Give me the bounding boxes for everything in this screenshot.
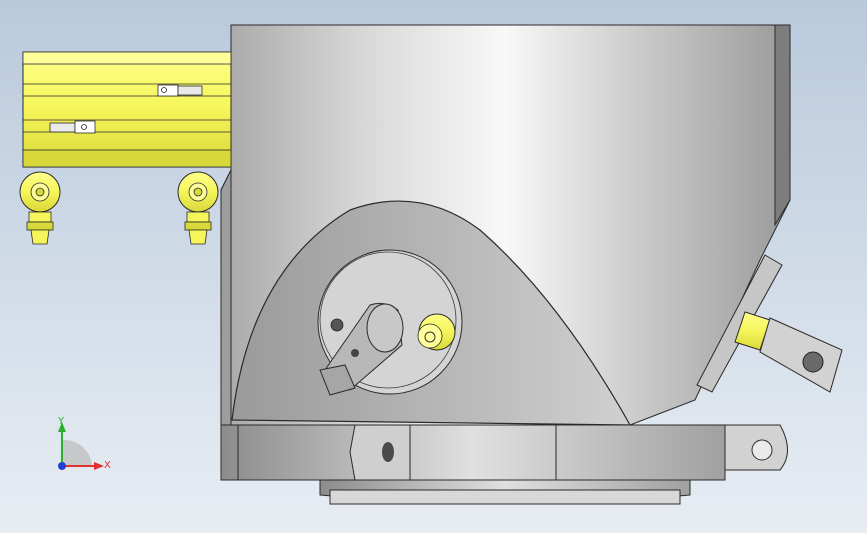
y-axis-label: Y xyxy=(57,416,65,427)
yellow-fitting-center[interactable] xyxy=(417,313,456,351)
z-axis-dot xyxy=(58,462,66,470)
bottom-flange[interactable] xyxy=(319,479,691,505)
model-canvas[interactable]: Y X xyxy=(0,0,867,533)
yellow-actuator[interactable] xyxy=(22,51,232,168)
x-axis-label: X xyxy=(104,460,111,471)
bottom-band[interactable] xyxy=(220,424,788,481)
cad-viewport[interactable]: Y X xyxy=(0,0,867,533)
sensor-switch-bottom[interactable] xyxy=(49,120,96,134)
sensor-switch-top[interactable] xyxy=(157,84,203,97)
band-clamp-nut[interactable] xyxy=(349,424,411,481)
